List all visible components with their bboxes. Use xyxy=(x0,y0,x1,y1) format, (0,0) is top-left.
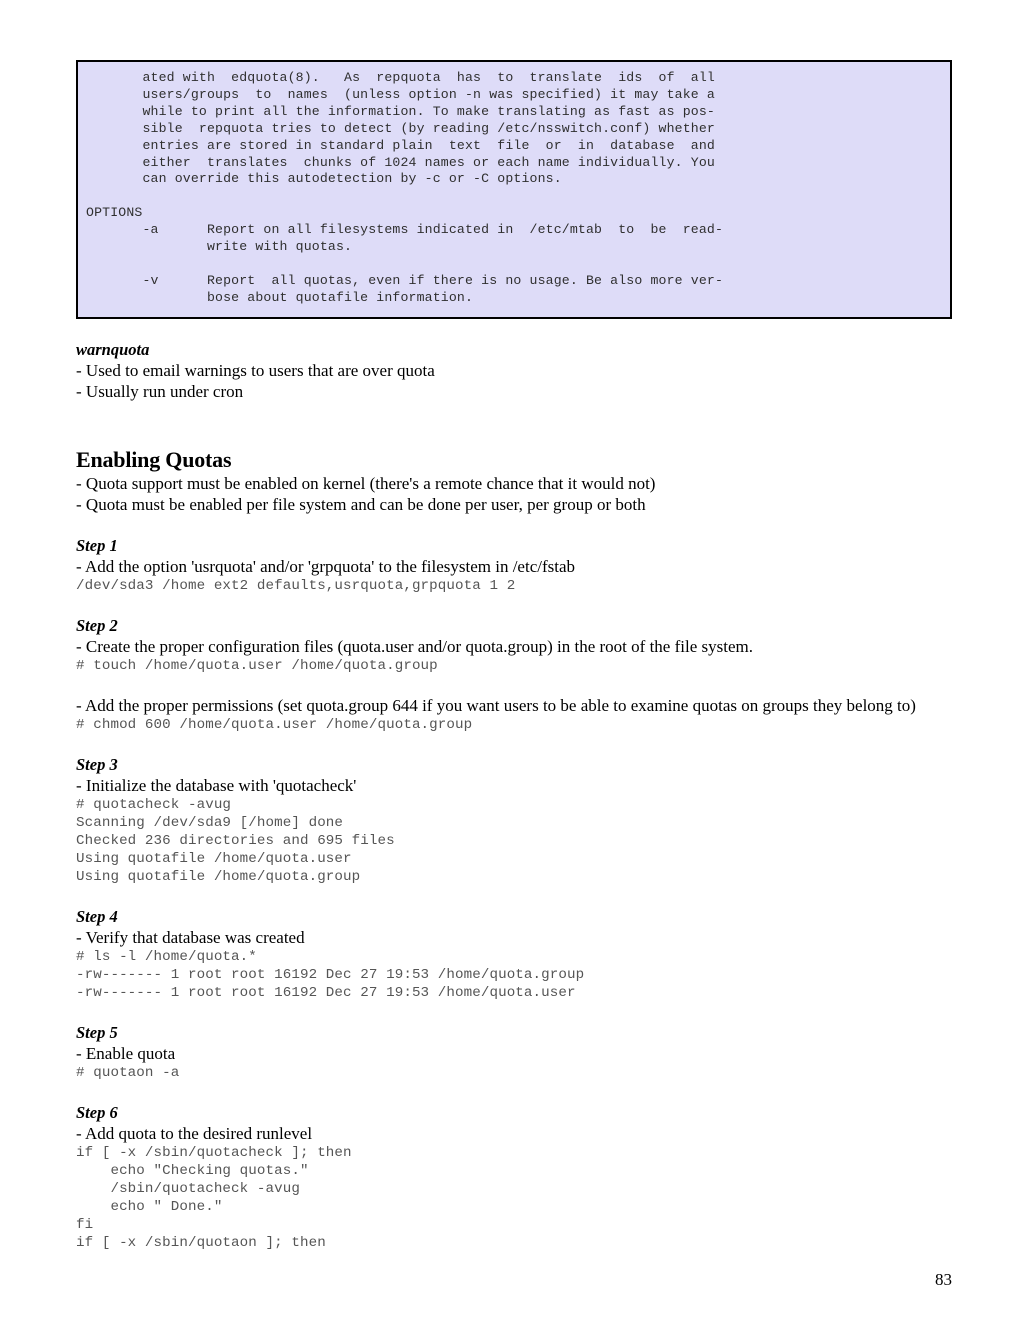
step-6-heading: Step 6 xyxy=(76,1102,118,1122)
step-block-1: Step 1 - Add the option 'usrquota' and/o… xyxy=(76,535,952,595)
step-3-heading: Step 3 xyxy=(76,754,118,774)
step-1-terminal: /dev/sda3 /home ext2 defaults,usrquota,g… xyxy=(76,577,516,594)
step-2-terminal: # touch /home/quota.user /home/quota.gro… xyxy=(76,657,438,674)
step-block-permissions: - Add the proper permissions (set quota.… xyxy=(76,695,952,734)
section-enabling-quotas: Enabling Quotas - Quota support must be … xyxy=(76,446,952,515)
step-block-6: Step 6 - Add quota to the desired runlev… xyxy=(76,1102,952,1252)
section-warnquota: warnquota - Used to email warnings to us… xyxy=(76,339,952,402)
step-3-bullet-0: - Initialize the database with 'quotache… xyxy=(76,775,357,795)
enabling-quotas-bullet-0: - Quota support must be enabled on kerne… xyxy=(76,473,656,493)
step-5-terminal: # quotaon -a xyxy=(76,1064,180,1081)
step-2-heading: Step 2 xyxy=(76,615,118,635)
step-block-3: Step 3 - Initialize the database with 'q… xyxy=(76,754,952,886)
enabling-quotas-bullet-1: - Quota must be enabled per file system … xyxy=(76,494,646,514)
step-5-heading: Step 5 xyxy=(76,1022,118,1042)
step-6-terminal: if [ -x /sbin/quotacheck ]; then echo "C… xyxy=(76,1144,352,1251)
step-block-5: Step 5 - Enable quota # quotaon -a xyxy=(76,1022,952,1082)
step-5-bullet-0: - Enable quota xyxy=(76,1043,176,1063)
manpage-excerpt-box: ated with edquota(8). As repquota has to… xyxy=(76,60,952,319)
enabling-quotas-heading: Enabling Quotas xyxy=(76,446,232,472)
permissions-terminal: # chmod 600 /home/quota.user /home/quota… xyxy=(76,716,473,733)
step-4-terminal: # ls -l /home/quota.* -rw------- 1 root … xyxy=(76,948,585,1001)
permissions-bullet-0: - Add the proper permissions (set quota.… xyxy=(76,695,916,715)
step-6-bullet-0: - Add quota to the desired runlevel xyxy=(76,1123,313,1143)
manpage-excerpt-text: ated with edquota(8). As repquota has to… xyxy=(86,70,724,305)
page-number: 83 xyxy=(935,1270,952,1289)
step-1-heading: Step 1 xyxy=(76,535,118,555)
step-block-4: Step 4 - Verify that database was create… xyxy=(76,906,952,1002)
step-4-heading: Step 4 xyxy=(76,906,118,926)
page-content: ated with edquota(8). As repquota has to… xyxy=(76,60,952,1252)
warnquota-heading: warnquota xyxy=(76,339,150,359)
step-1-bullet-0: - Add the option 'usrquota' and/or 'grpq… xyxy=(76,556,576,576)
warnquota-bullet-1: - Usually run under cron xyxy=(76,381,244,401)
step-2-bullet-0: - Create the proper configuration files … xyxy=(76,636,753,656)
warnquota-bullet-0: - Used to email warnings to users that a… xyxy=(76,360,435,380)
document-page: ated with edquota(8). As repquota has to… xyxy=(0,0,1024,1326)
step-block-2: Step 2 - Create the proper configuration… xyxy=(76,615,952,675)
step-3-terminal: # quotacheck -avug Scanning /dev/sda9 [/… xyxy=(76,796,395,885)
step-4-bullet-0: - Verify that database was created xyxy=(76,927,305,947)
